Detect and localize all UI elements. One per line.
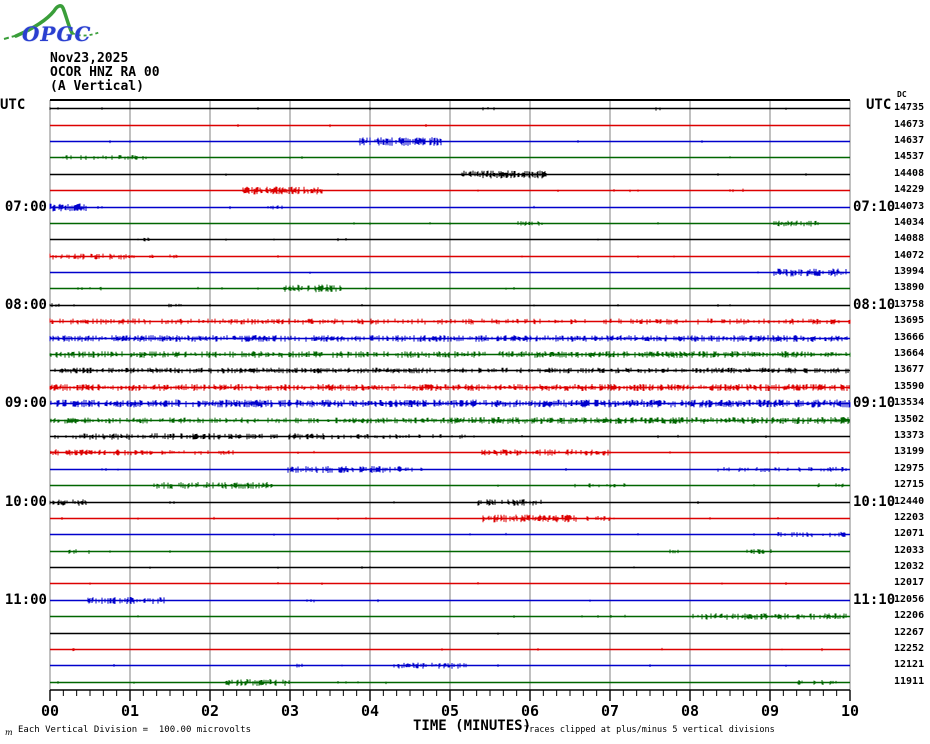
x-tick-label: 02 [200, 702, 220, 720]
x-tick-label: 04 [360, 702, 380, 720]
dc-value: 14229 [894, 184, 925, 196]
right-time-label: 10:10 [853, 493, 896, 510]
dc-value: 13666 [894, 331, 925, 343]
right-time-label: 09:10 [853, 395, 896, 412]
scale-note: Each Vertical Division = 100.00 microvol… [18, 725, 251, 735]
dc-value: 13677 [894, 364, 925, 376]
left-time-label: 08:00 [4, 296, 47, 313]
dc-value: 13534 [894, 397, 925, 409]
clip-note: Traces clipped at plus/minus 5 vertical … [524, 725, 775, 735]
dc-value: 12017 [894, 577, 925, 589]
x-axis-title: TIME (MINUTES) [413, 718, 532, 734]
dc-value: 12056 [894, 593, 925, 605]
seismogram-plot [49, 99, 851, 701]
dc-value: 14637 [894, 134, 925, 146]
left-time-label: 07:00 [4, 198, 47, 215]
left-time-label: 11:00 [4, 591, 47, 608]
dc-value: 12071 [894, 528, 925, 540]
dc-value: 14073 [894, 200, 925, 212]
dc-value: 14735 [894, 102, 925, 114]
dc-value: 12252 [894, 643, 925, 655]
dc-value: 12440 [894, 495, 925, 507]
dc-value: 14673 [894, 118, 925, 130]
right-time-label: 08:10 [853, 296, 896, 313]
x-tick-label: 03 [280, 702, 300, 720]
dc-value: 13199 [894, 446, 925, 458]
dc-value: 12206 [894, 610, 925, 622]
left-time-label: 09:00 [4, 395, 47, 412]
trace-noise [49, 335, 848, 342]
corner-mark: m [5, 728, 13, 737]
dc-value: 12267 [894, 626, 925, 638]
x-tick-label: 09 [760, 702, 780, 720]
x-tick-label: 07 [600, 702, 620, 720]
dc-value: 13664 [894, 348, 925, 360]
helicorder-page: OPGC Nov23,2025 OCOR HNZ RA 00 (A Vertic… [0, 0, 930, 744]
x-tick-label: 08 [680, 702, 700, 720]
dc-value: 12033 [894, 544, 925, 556]
dc-value: 13758 [894, 298, 925, 310]
right-time-label: 11:10 [853, 591, 896, 608]
dc-value: 14072 [894, 249, 925, 261]
dc-value: 14408 [894, 167, 925, 179]
dc-value: 13502 [894, 413, 925, 425]
dc-value: 14088 [894, 233, 925, 245]
dc-value: 13373 [894, 429, 925, 441]
dc-value: 14034 [894, 216, 925, 228]
x-tick-label: 10 [840, 702, 860, 720]
dc-value: 13590 [894, 380, 925, 392]
x-tick-label: 00 [40, 702, 60, 720]
dc-value: 12203 [894, 511, 925, 523]
left-time-label: 10:00 [4, 493, 47, 510]
dc-value: 14537 [894, 151, 925, 163]
x-tick-label: 01 [120, 702, 140, 720]
dc-value: 12032 [894, 561, 925, 573]
right-time-label: 07:10 [853, 198, 896, 215]
dc-value: 13994 [894, 266, 925, 278]
dc-value: 11911 [894, 675, 925, 687]
dc-value: 12975 [894, 462, 925, 474]
dc-value: 13890 [894, 282, 925, 294]
dc-value: 12715 [894, 479, 925, 491]
dc-value: 13695 [894, 315, 925, 327]
dc-value: 12121 [894, 659, 925, 671]
